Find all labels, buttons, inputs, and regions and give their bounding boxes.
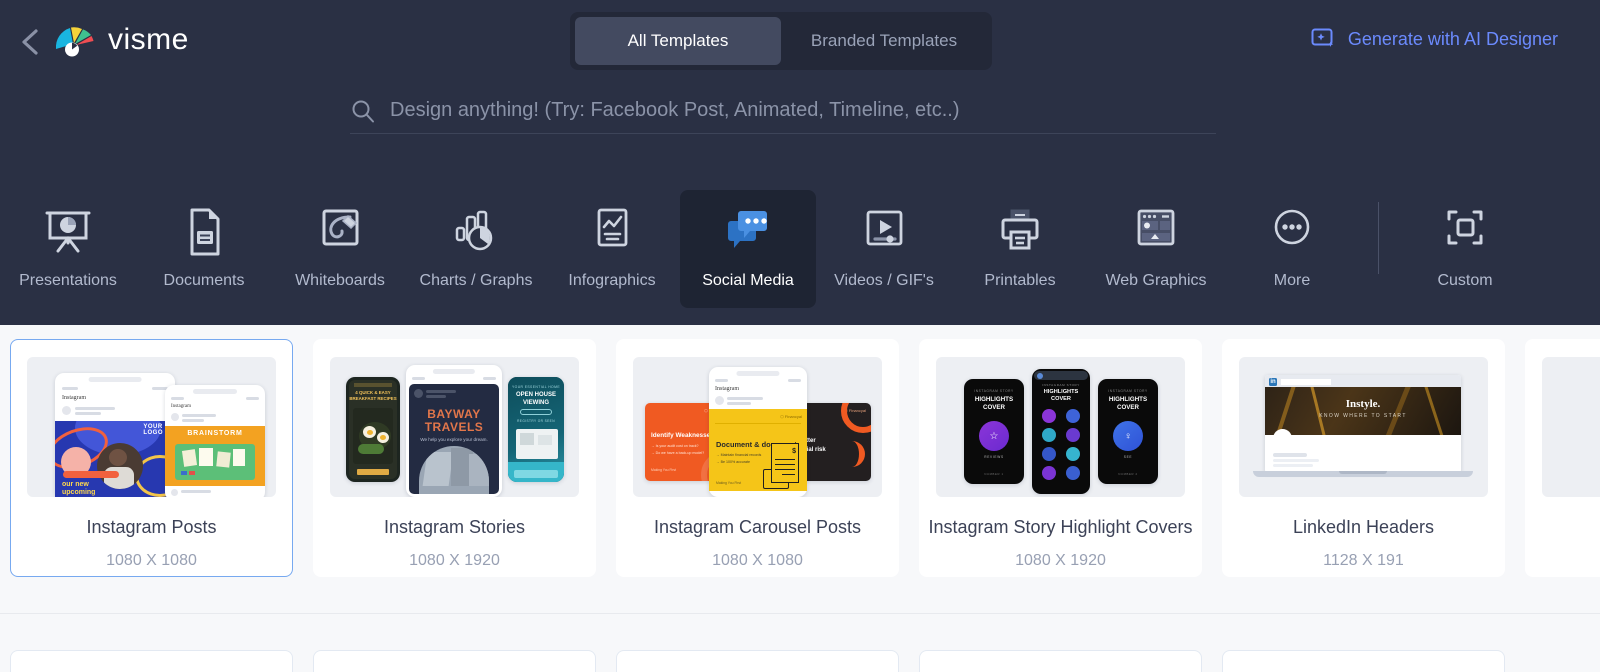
template-size: 1080 X 1080 xyxy=(712,552,803,569)
custom-crop-frame-icon xyxy=(1437,204,1493,260)
template-size: 1128 X 191 xyxy=(1323,552,1404,569)
category-whiteboards[interactable]: Whiteboards xyxy=(272,190,408,308)
template-card-next[interactable] xyxy=(10,650,293,672)
category-divider xyxy=(1378,202,1379,274)
browser-window-icon xyxy=(1128,204,1184,260)
template-title: Instagram Story Highlight Covers xyxy=(928,517,1193,537)
visme-mark-icon xyxy=(55,27,94,57)
template-title: LinkedIn Headers xyxy=(1292,517,1435,537)
ai-sparkle-frame-icon xyxy=(1311,28,1334,47)
category-label: Presentations xyxy=(19,272,117,289)
category-custom[interactable]: Custom xyxy=(1397,190,1533,308)
category-label: Documents xyxy=(163,272,245,289)
template-thumbnail: ⬡ Financyal Identify Weaknesses → Is you… xyxy=(633,357,882,497)
template-card-partial[interactable] xyxy=(1525,339,1600,577)
tab-branded-templates[interactable]: Branded Templates xyxy=(781,17,987,65)
printer-icon xyxy=(992,204,1048,260)
tab-all-templates[interactable]: All Templates xyxy=(575,17,781,65)
template-card-next[interactable] xyxy=(919,650,1202,672)
category-label: Infographics xyxy=(568,272,656,289)
category-label: Web Graphics xyxy=(1105,272,1207,289)
category-label: More xyxy=(1273,272,1311,289)
ai-designer-label: Generate with AI Designer xyxy=(1347,28,1558,49)
template-size: 1080 X 1920 xyxy=(409,552,500,569)
search-input[interactable] xyxy=(390,99,1216,122)
search-icon xyxy=(352,100,374,122)
category-label: Printables xyxy=(984,272,1056,289)
visme-logo[interactable]: visme xyxy=(52,20,189,60)
logo-text: visme xyxy=(108,23,189,56)
category-more[interactable]: More xyxy=(1224,190,1360,308)
template-mode-tabs: All Templates Branded Templates xyxy=(570,12,992,70)
template-card-instagram-story-highlight-covers[interactable]: INSTAGRAM STORY HIGHLIGHTS COVER ☆ REVIEW… xyxy=(919,339,1202,577)
video-player-icon xyxy=(856,204,912,260)
template-card-linkedin-headers[interactable]: in Instyle. KNOW WHERE TO START LinkedIn… xyxy=(1222,339,1505,577)
category-label: Videos / GIF's xyxy=(834,272,934,289)
template-card-next[interactable] xyxy=(616,650,899,672)
category-label: Charts / Graphs xyxy=(419,272,533,289)
category-label: Social Media xyxy=(702,272,794,289)
category-infographics[interactable]: Infographics xyxy=(544,190,680,308)
templates-gallery: Instagram YOUR LOGO our new upcoming Ins… xyxy=(0,325,1600,672)
template-card-instagram-posts[interactable]: Instagram YOUR LOGO our new upcoming Ins… xyxy=(10,339,293,577)
row-divider xyxy=(0,613,1600,614)
template-card-instagram-stories[interactable]: 4 QUICK & EASY BREAKFAST RECIPES BAYWAY … xyxy=(313,339,596,577)
category-printables[interactable]: Printables xyxy=(952,190,1088,308)
next-template-row xyxy=(10,650,1505,672)
whiteboard-pen-icon xyxy=(312,204,368,260)
template-thumbnail: 4 QUICK & EASY BREAKFAST RECIPES BAYWAY … xyxy=(330,357,579,497)
infographic-chart-icon xyxy=(584,204,640,260)
template-card-next[interactable] xyxy=(313,650,596,672)
chat-bubbles-icon xyxy=(720,204,776,260)
template-size: 1080 X 1920 xyxy=(1015,552,1106,569)
category-presentations[interactable]: Presentations xyxy=(0,190,136,308)
presentation-screen-icon xyxy=(40,204,96,260)
template-card-instagram-carousel-posts[interactable]: ⬡ Financyal Identify Weaknesses → Is you… xyxy=(616,339,899,577)
category-charts-graphs[interactable]: Charts / Graphs xyxy=(408,190,544,308)
ellipsis-circle-icon xyxy=(1264,204,1320,260)
category-label: Custom xyxy=(1437,272,1493,289)
template-card-row: Instagram YOUR LOGO our new upcoming Ins… xyxy=(0,339,1600,577)
chevron-left-icon xyxy=(22,29,38,55)
bar-pie-chart-icon xyxy=(448,204,504,260)
template-title: Instagram Stories xyxy=(383,517,526,537)
category-strip: Presentations Documents Whiteboards Char… xyxy=(0,190,1600,310)
template-thumbnail: Instagram YOUR LOGO our new upcoming Ins… xyxy=(27,357,276,497)
category-web-graphics[interactable]: Web Graphics xyxy=(1088,190,1224,308)
back-button[interactable] xyxy=(10,22,50,62)
category-videos-gifs[interactable]: Videos / GIF's xyxy=(816,190,952,308)
template-thumbnail: in Instyle. KNOW WHERE TO START xyxy=(1239,357,1488,497)
category-social-media[interactable]: Social Media xyxy=(680,190,816,308)
template-title: Instagram Carousel Posts xyxy=(653,517,862,537)
template-card-next[interactable] xyxy=(1222,650,1505,672)
generate-with-ai-designer-button[interactable]: Generate with AI Designer xyxy=(1311,27,1558,51)
document-page-icon xyxy=(176,204,232,260)
app-header: visme All Templates Branded Templates Ge… xyxy=(0,0,1600,325)
template-size: 1080 X 1080 xyxy=(106,552,197,569)
template-thumbnail xyxy=(1542,357,1600,497)
category-documents[interactable]: Documents xyxy=(136,190,272,308)
template-title: Instagram Posts xyxy=(86,517,217,537)
category-label: Whiteboards xyxy=(295,272,385,289)
template-thumbnail: INSTAGRAM STORY HIGHLIGHTS COVER ☆ REVIEW… xyxy=(936,357,1185,497)
search-bar[interactable] xyxy=(350,88,1216,134)
